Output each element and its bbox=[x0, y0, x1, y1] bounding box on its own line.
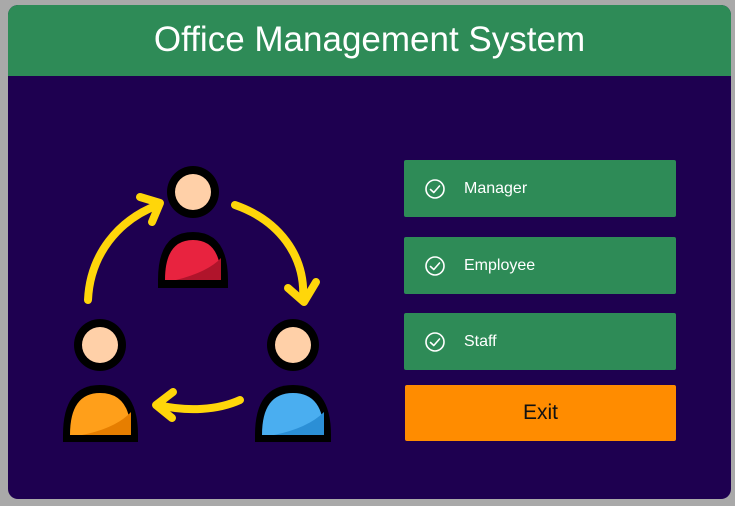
team-cycle-icon bbox=[63, 166, 331, 442]
staff-button-label: Staff bbox=[464, 332, 497, 350]
app-window: Office Management System Manager Employe… bbox=[8, 5, 731, 499]
employee-button-label: Employee bbox=[464, 256, 536, 274]
title-bar: Office Management System bbox=[8, 5, 731, 76]
page-title: Office Management System bbox=[153, 19, 586, 59]
employee-button[interactable]: Employee bbox=[404, 237, 676, 294]
staff-button[interactable]: Staff bbox=[404, 313, 676, 370]
check-circle-icon bbox=[424, 255, 446, 277]
check-circle-icon bbox=[424, 178, 446, 200]
exit-button[interactable]: Exit bbox=[405, 385, 676, 441]
manager-button[interactable]: Manager bbox=[404, 160, 676, 217]
manager-button-label: Manager bbox=[464, 179, 528, 197]
exit-button-label: Exit bbox=[522, 401, 558, 424]
check-circle-icon bbox=[424, 331, 446, 353]
